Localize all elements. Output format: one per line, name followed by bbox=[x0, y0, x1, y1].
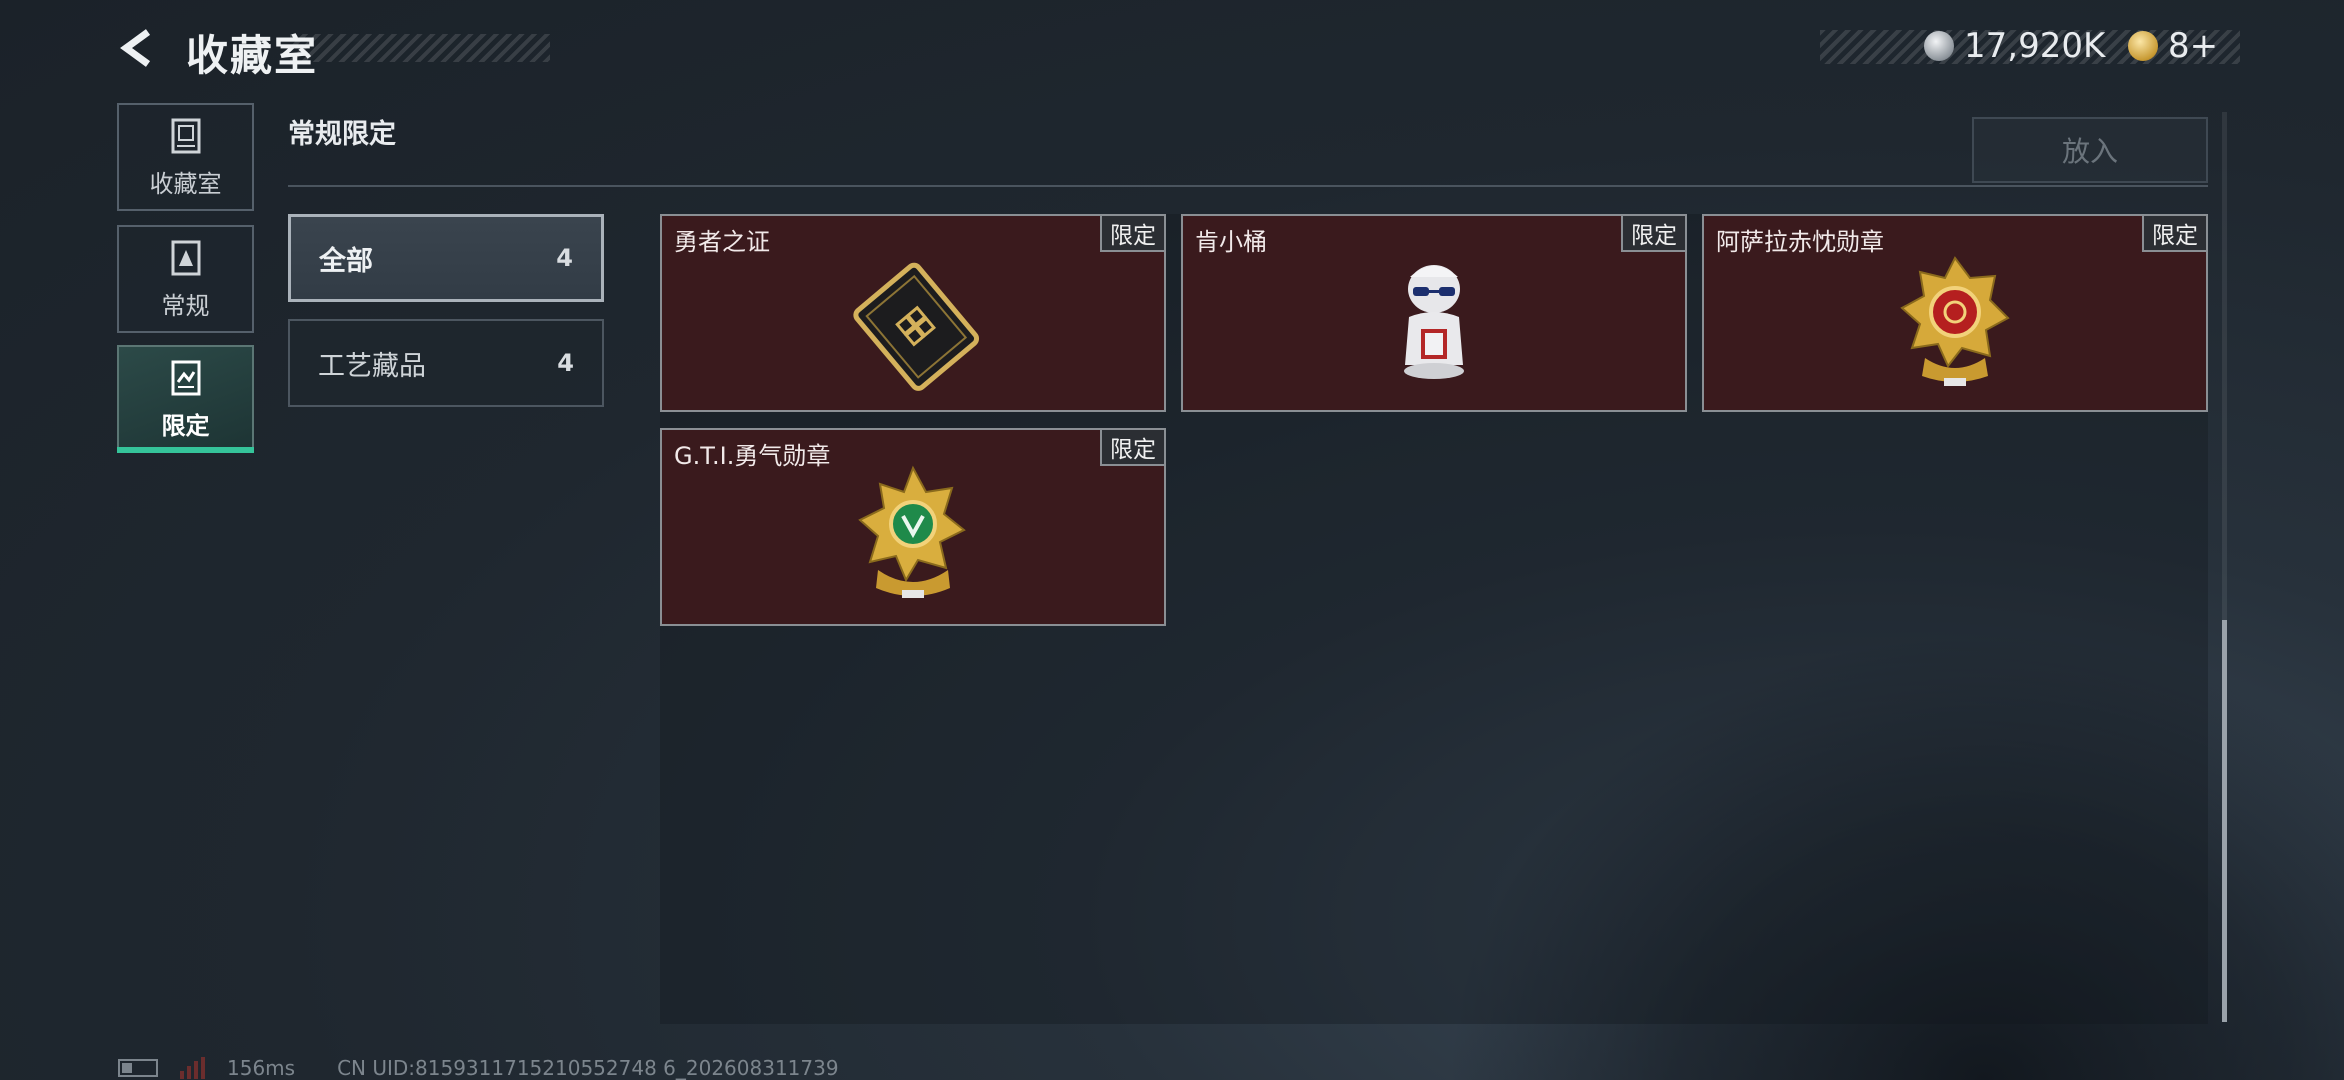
uid-text: CN UID:8159311715210552748 6_20260831173… bbox=[337, 1056, 839, 1080]
section-divider bbox=[288, 185, 2208, 187]
nav-active-indicator bbox=[117, 447, 254, 453]
filter-all[interactable]: 全部 4 bbox=[288, 214, 604, 302]
ping-text: 156ms bbox=[227, 1056, 296, 1080]
nav-item-regular[interactable]: 常规 bbox=[117, 225, 254, 333]
put-in-button[interactable]: 放入 bbox=[1972, 117, 2208, 183]
back-arrow-icon bbox=[120, 29, 151, 67]
item-name: 肯小桶 bbox=[1195, 228, 1267, 256]
red-medal-icon bbox=[1875, 238, 2035, 408]
currency-gold-value: 8+ bbox=[2168, 26, 2219, 66]
currency-silver[interactable]: 17,920K bbox=[1924, 26, 2105, 66]
nav-item-collection-room[interactable]: 收藏室 bbox=[117, 103, 254, 211]
collection-room-icon bbox=[171, 118, 200, 153]
collection-item-card[interactable]: 肯小桶 限定 bbox=[1181, 214, 1687, 412]
card-icon bbox=[833, 238, 993, 408]
figure-icon bbox=[1354, 238, 1514, 408]
signal-icon bbox=[180, 1057, 205, 1079]
filter-crafted-collectibles[interactable]: 工艺藏品 4 bbox=[288, 319, 604, 407]
item-name: 勇者之证 bbox=[674, 228, 770, 256]
gold-coin-icon bbox=[2128, 31, 2158, 61]
filter-label: 工艺藏品 bbox=[318, 350, 426, 382]
limited-icon bbox=[171, 360, 200, 395]
filter-count: 4 bbox=[556, 244, 573, 272]
page-title: 收藏室 bbox=[186, 31, 319, 80]
battery-icon bbox=[118, 1059, 158, 1077]
nav-label: 收藏室 bbox=[149, 169, 222, 198]
limited-badge: 限定 bbox=[2142, 216, 2206, 252]
filter-label: 全部 bbox=[319, 245, 373, 277]
nav-item-limited[interactable]: 限定 bbox=[117, 345, 254, 453]
limited-badge: 限定 bbox=[1100, 430, 1164, 466]
collection-item-card[interactable]: 勇者之证 限定 bbox=[660, 214, 1166, 412]
limited-badge: 限定 bbox=[1621, 216, 1685, 252]
silver-coin-icon bbox=[1924, 31, 1954, 61]
nav-label: 常规 bbox=[161, 291, 210, 320]
currency-silver-value: 17,920K bbox=[1964, 26, 2106, 66]
green-medal-icon bbox=[833, 452, 993, 622]
item-name: G.T.I.勇气勋章 bbox=[674, 442, 831, 470]
scrollbar-thumb[interactable] bbox=[2222, 620, 2227, 1022]
limited-badge: 限定 bbox=[1100, 216, 1164, 252]
regular-icon bbox=[171, 240, 200, 275]
back-button[interactable] bbox=[112, 22, 164, 74]
status-bar: 156ms CN UID:8159311715210552748 6_20260… bbox=[118, 1056, 839, 1080]
section-title: 常规限定 bbox=[288, 119, 396, 150]
currency-gold[interactable]: 8+ bbox=[2128, 26, 2218, 66]
title-hatch-decoration bbox=[290, 34, 550, 62]
nav-label: 限定 bbox=[161, 411, 210, 440]
collection-item-card[interactable]: G.T.I.勇气勋章 限定 bbox=[660, 428, 1166, 626]
filter-count: 4 bbox=[557, 349, 574, 377]
item-name: 阿萨拉赤忱勋章 bbox=[1716, 228, 1884, 256]
collection-item-card[interactable]: 阿萨拉赤忱勋章 限定 bbox=[1702, 214, 2208, 412]
